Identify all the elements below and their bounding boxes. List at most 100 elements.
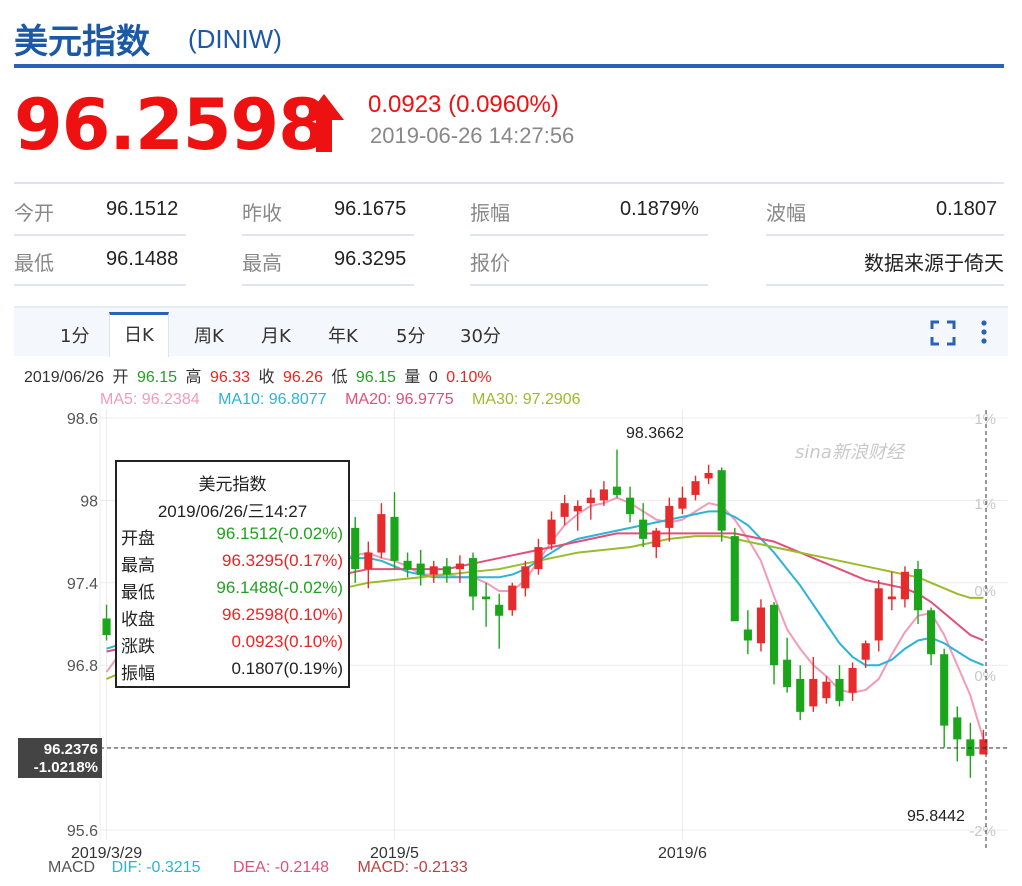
candle-body: [455, 563, 464, 570]
ohlc-close-label: 收: [258, 367, 274, 386]
tooltip-date: 2019/06/26/三14:27: [157, 502, 308, 521]
ohlc-high: 96.33: [210, 369, 250, 386]
candle-body: [796, 678, 805, 712]
candle-body: [573, 505, 582, 512]
ma10-legend: MA10: 96.8077: [218, 391, 327, 408]
candle-body: [508, 585, 517, 611]
candle-body: [913, 569, 923, 611]
candle-body: [835, 678, 844, 701]
tooltip-row-amplitude: 振幅 0.1807(0.19%): [121, 659, 343, 685]
candle-body: [769, 604, 779, 666]
tooltip-key: 最低: [121, 583, 155, 603]
y-tick-label: 98.6: [67, 411, 98, 428]
tooltip-key: 开盘: [121, 529, 155, 549]
candle-body: [874, 588, 883, 641]
candle-body: [468, 558, 478, 597]
candle-body: [691, 481, 700, 495]
y-tick-label: 97.4: [67, 576, 98, 593]
candle-body: [848, 667, 857, 693]
right-tick-label: 0%: [974, 583, 996, 600]
crosshair-value: 96.2376: [44, 741, 98, 758]
svg-text:MA5: 96.2384 MA10: 96.8077: MA5: 96.2384 MA10: 96.8077 MA20: 96.9775…: [100, 391, 581, 408]
candle-body: [495, 604, 504, 616]
candle-body: [534, 547, 543, 570]
candle-body: [560, 503, 569, 517]
candle-body: [390, 516, 399, 561]
candle-body: [861, 643, 870, 660]
ohlc-high-label: 高: [186, 367, 202, 386]
candle-body: [809, 678, 818, 707]
candle-body: [626, 497, 635, 515]
ma5-legend: MA5: 96.2384: [100, 391, 200, 408]
svg-text:MACD DIF: -0.3215 DEA:: MACD DIF: -0.3215 DEA: -0.2148 MACD: -0.…: [48, 859, 468, 876]
crosshair-pct: -1.0218%: [34, 759, 98, 776]
candle-body: [102, 618, 111, 635]
min-price-label: 95.8442: [907, 808, 965, 825]
tooltip-row-change: 涨跌 0.0923(0.10%): [121, 632, 343, 658]
candle-body: [403, 560, 412, 570]
candle-body: [377, 514, 386, 553]
candle-body: [639, 519, 648, 539]
candle-body: [652, 530, 661, 548]
candle-body: [416, 563, 425, 575]
svg-text:2019/06/26 开 96.15: 2019/06/26 开 96.15 高 96.33 收 96.26 低 96.…: [24, 367, 492, 386]
tooltip-title: 美元指数: [198, 475, 267, 495]
candle-body: [482, 596, 491, 600]
candle-body: [730, 536, 739, 622]
tooltip-value: 0.1807(0.19%): [231, 659, 343, 678]
right-tick-label: 0%: [974, 668, 996, 685]
candle-body: [783, 659, 792, 688]
candle-body: [940, 654, 949, 726]
candle-body: [521, 566, 530, 589]
candle-body: [678, 497, 687, 509]
tooltip-value: 96.1512(-0.02%): [216, 524, 343, 543]
candle-body: [822, 681, 831, 699]
ohlc-low-label: 低: [331, 367, 347, 386]
x-tick-label: 2019/6: [658, 845, 707, 862]
candle-body: [717, 470, 726, 531]
ohlc-volume-label: 量: [404, 367, 420, 386]
tooltip-row-open: 开盘 96.1512(-0.02%): [121, 524, 343, 550]
y-tick-label: 96.8: [67, 658, 98, 675]
candle-body: [953, 717, 962, 740]
watermark-logo: sina新浪财经: [795, 442, 906, 463]
candle-body: [887, 596, 896, 600]
candlestick-chart[interactable]: sina新浪财经 98.6 98 97.4 96.8 95.6 1% 1% 0% 0% -2% 20…: [0, 0, 1022, 886]
candle-body: [547, 519, 556, 545]
tooltip-value: 96.1488(-0.02%): [216, 578, 343, 597]
candle-body: [900, 571, 909, 600]
candle-body: [756, 607, 766, 644]
y-tick-label: 95.6: [67, 823, 98, 840]
tooltip-row-high: 最高 96.3295(0.17%): [121, 551, 343, 577]
ohlc-pct: 0.10%: [446, 369, 491, 386]
tooltip-value: 0.0923(0.10%): [231, 632, 343, 651]
ohlc-date: 2019/06/26: [24, 369, 104, 386]
ohlc-open-label: 开: [113, 367, 129, 386]
ohlc-open: 96.15: [137, 369, 177, 386]
ohlc-low: 96.15: [356, 369, 396, 386]
max-price-label: 98.3662: [626, 425, 684, 442]
right-tick-label: 1%: [974, 411, 996, 428]
tooltip-key: 收盘: [121, 610, 155, 630]
ma20-legend: MA20: 96.9775: [345, 391, 454, 408]
macd-dif: DIF: -0.3215: [112, 859, 201, 876]
tooltip-key: 最高: [121, 556, 155, 576]
tooltip-row-close: 收盘 96.2598(0.10%): [121, 605, 343, 631]
right-tick-label: 1%: [974, 496, 996, 513]
candle-body: [599, 489, 608, 501]
candle-body: [612, 486, 622, 495]
candle-body: [927, 610, 936, 655]
candle-body: [442, 566, 451, 575]
tooltip-value: 96.2598(0.10%): [222, 605, 343, 624]
right-tick-label: -2%: [969, 823, 996, 840]
tooltip-key: 振幅: [121, 664, 155, 684]
ohlc-volume: 0: [429, 369, 438, 386]
tooltip-value: 96.3295(0.17%): [222, 551, 343, 570]
tooltip-row-low: 最低 96.1488(-0.02%): [121, 578, 343, 604]
ma30-legend: MA30: 97.2906: [472, 391, 581, 408]
macd-label: MACD: [48, 859, 95, 876]
candle-body: [586, 497, 595, 504]
candle-body: [704, 472, 713, 479]
macd-dea: DEA: -0.2148: [233, 859, 329, 876]
candle-tooltip: 美元指数 2019/06/26/三14:27 开盘 96.1512(-0.02%)…: [115, 460, 350, 688]
